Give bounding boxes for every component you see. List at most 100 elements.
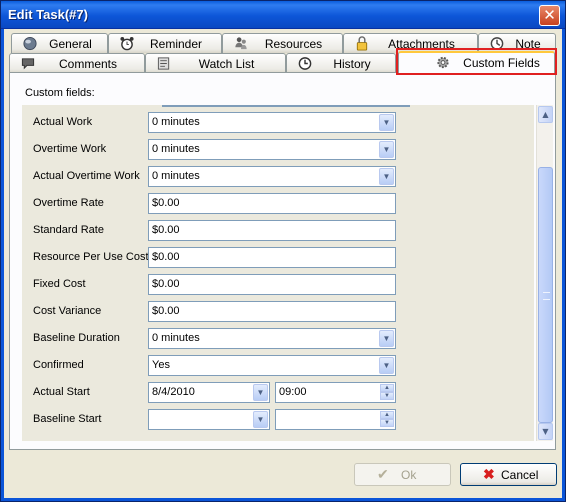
chevron-down-icon[interactable]: ▼ <box>253 411 268 428</box>
chevron-down-icon[interactable]: ▼ <box>379 168 394 185</box>
tab-attachments[interactable]: Attachments <box>343 33 478 53</box>
vertical-scrollbar[interactable]: ▲ ▼ <box>536 105 553 441</box>
alarm-clock-icon <box>120 36 134 51</box>
spin-down-icon[interactable]: ▼ <box>380 392 394 400</box>
field-label-baseline-duration: Baseline Duration <box>33 332 120 344</box>
baseline-start-date-picker[interactable]: ▼ <box>148 409 270 430</box>
standard-rate-field[interactable]: $0.00 <box>148 220 396 241</box>
field-value: 0 minutes <box>152 143 200 155</box>
field-value: 0 minutes <box>152 332 200 344</box>
scroll-up-icon[interactable]: ▲ <box>538 106 553 123</box>
field-value: 8/4/2010 <box>152 386 195 398</box>
time-spinner[interactable]: ▲ ▼ <box>380 411 394 428</box>
tab-resources[interactable]: Resources <box>222 33 343 53</box>
actual-start-date-picker[interactable]: 8/4/2010 ▼ <box>148 382 270 403</box>
window-border-bottom <box>1 498 565 501</box>
tab-label: Custom Fields <box>463 56 540 70</box>
field-value: $0.00 <box>152 305 180 317</box>
close-button[interactable]: ✕ <box>539 5 560 26</box>
baseline-start-time-spinner[interactable]: ▲ ▼ <box>275 409 396 430</box>
checkmark-icon: ✔ <box>377 466 389 482</box>
scroll-down-icon[interactable]: ▼ <box>538 423 553 440</box>
watch-list-icon <box>157 57 170 70</box>
field-label-overtime-rate: Overtime Rate <box>33 197 104 209</box>
tab-label: Comments <box>58 57 117 71</box>
window-title: Edit Task(#7) <box>8 7 88 22</box>
people-icon <box>235 37 247 50</box>
field-label-resource-per-use-cost: Resource Per Use Cost <box>33 251 149 263</box>
cancel-button[interactable]: ✖ Cancel <box>460 463 557 486</box>
gear-icon <box>437 56 449 69</box>
note-icon <box>490 37 504 50</box>
fixed-cost-field[interactable]: $0.00 <box>148 274 396 295</box>
actual-overtime-work-dropdown[interactable]: 0 minutes ▼ <box>148 166 396 187</box>
custom-fields-grid: Actual Work 0 minutes ▼ Overtime Work 0 … <box>22 105 534 441</box>
field-label-actual-start: Actual Start <box>33 386 90 398</box>
tab-label: Note <box>515 37 541 51</box>
field-label-confirmed: Confirmed <box>33 359 84 371</box>
spin-up-icon[interactable]: ▲ <box>380 411 394 419</box>
tab-general[interactable]: General <box>11 33 108 53</box>
field-label-actual-overtime-work: Actual Overtime Work <box>33 170 140 182</box>
field-label-fixed-cost: Fixed Cost <box>33 278 86 290</box>
field-value: 0 minutes <box>152 116 200 128</box>
overtime-work-dropdown[interactable]: 0 minutes ▼ <box>148 139 396 160</box>
tab-note[interactable]: Note <box>478 33 556 53</box>
cancel-x-icon: ✖ <box>483 466 495 482</box>
time-spinner[interactable]: ▲ ▼ <box>380 384 394 401</box>
cost-variance-field[interactable]: $0.00 <box>148 301 396 322</box>
field-value: $0.00 <box>152 278 180 290</box>
field-label-standard-rate: Standard Rate <box>33 224 104 236</box>
overtime-rate-field[interactable]: $0.00 <box>148 193 396 214</box>
field-value: $0.00 <box>152 224 180 236</box>
field-value: 09:00 <box>279 386 307 398</box>
tab-reminder[interactable]: Reminder <box>108 33 222 53</box>
field-label-cost-variance: Cost Variance <box>33 305 102 317</box>
grid-top-edge <box>162 105 410 107</box>
tab-label: Reminder <box>149 37 203 51</box>
history-icon <box>298 57 312 70</box>
field-value: Yes <box>152 359 170 371</box>
tab-label: Resources <box>264 37 323 51</box>
tab-label: Watch List <box>198 57 255 71</box>
scrollbar-thumb[interactable] <box>538 167 553 423</box>
tab-comments[interactable]: Comments <box>9 53 145 73</box>
title-bar[interactable]: Edit Task(#7) ✕ <box>1 1 565 29</box>
chevron-down-icon[interactable]: ▼ <box>379 114 394 131</box>
chevron-down-icon[interactable]: ▼ <box>379 330 394 347</box>
window-border-right <box>562 29 565 501</box>
field-label-baseline-start: Baseline Start <box>33 413 102 425</box>
ok-label: Ok <box>401 468 417 482</box>
edit-task-window: Edit Task(#7) ✕ General Reminder Resourc… <box>0 0 566 502</box>
tab-custom-fields[interactable]: Custom Fields <box>398 51 555 73</box>
grip-icon <box>543 292 550 300</box>
field-value: $0.00 <box>152 197 180 209</box>
ok-button[interactable]: ✔ Ok <box>354 463 451 486</box>
paperclip-icon <box>356 36 368 51</box>
field-label-overtime-work: Overtime Work <box>33 143 107 155</box>
window-border-left <box>1 29 4 501</box>
custom-fields-page: Custom fields: Actual Work 0 minutes ▼ O… <box>9 72 556 450</box>
baseline-duration-dropdown[interactable]: 0 minutes ▼ <box>148 328 396 349</box>
confirmed-dropdown[interactable]: Yes ▼ <box>148 355 396 376</box>
spin-down-icon[interactable]: ▼ <box>380 419 394 427</box>
tab-history[interactable]: History <box>286 53 396 73</box>
field-value: $0.00 <box>152 251 180 263</box>
tab-watch-list[interactable]: Watch List <box>145 53 286 73</box>
actual-start-time-spinner[interactable]: 09:00 ▲ ▼ <box>275 382 396 403</box>
field-value: 0 minutes <box>152 170 200 182</box>
actual-work-dropdown[interactable]: 0 minutes ▼ <box>148 112 396 133</box>
cancel-label: Cancel <box>501 468 539 482</box>
tab-label: Attachments <box>388 37 455 51</box>
spin-up-icon[interactable]: ▲ <box>380 384 394 392</box>
chevron-down-icon[interactable]: ▼ <box>379 357 394 374</box>
resource-per-use-cost-field[interactable]: $0.00 <box>148 247 396 268</box>
globe-icon <box>23 36 37 51</box>
section-label: Custom fields: <box>25 87 95 99</box>
close-icon: ✕ <box>543 6 556 24</box>
tab-label: History <box>333 57 371 71</box>
tab-label: General <box>49 37 92 51</box>
chevron-down-icon[interactable]: ▼ <box>379 141 394 158</box>
comments-icon <box>21 58 35 70</box>
chevron-down-icon[interactable]: ▼ <box>253 384 268 401</box>
